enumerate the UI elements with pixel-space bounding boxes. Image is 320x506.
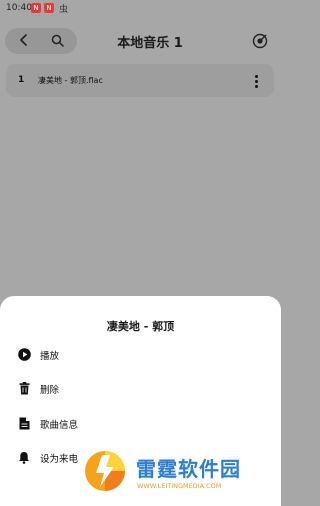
- target-icon: [252, 33, 268, 49]
- bug-icon: 虫: [59, 5, 69, 15]
- back-arrow-icon: [20, 34, 27, 46]
- menu-item-play[interactable]: 播放: [0, 340, 281, 368]
- sheet-title: 凄美地 - 郭顶: [106, 320, 175, 333]
- more-dot-icon: [254, 74, 258, 78]
- menu-item-song-info[interactable]: 歌曲信息: [0, 409, 281, 437]
- menu-item-delete[interactable]: 删除: [0, 374, 281, 402]
- notification-icon: N: [44, 3, 54, 13]
- back-button[interactable]: [13, 29, 35, 51]
- menu-label: 删除: [40, 385, 60, 396]
- track-name: 凄美地 - 郭顶.flac: [38, 76, 103, 85]
- bell-icon: [17, 450, 31, 464]
- track-index: 1: [18, 75, 25, 85]
- notification-icon: N: [31, 3, 41, 13]
- menu-label: 播放: [40, 351, 60, 362]
- page-title: 本地音乐 1: [117, 36, 183, 51]
- more-button[interactable]: [249, 72, 263, 90]
- more-dot-icon: [254, 79, 258, 83]
- watermark: 雷霆软件园 WWW.LEITINGMEDIA.COM: [82, 445, 282, 500]
- watermark-url: WWW.LEITINGMEDIA.COM: [137, 482, 222, 490]
- search-icon: [51, 34, 64, 47]
- status-time: 10:40: [6, 3, 32, 13]
- toolbar: 本地音乐 1: [0, 24, 281, 60]
- track-row[interactable]: 1 凄美地 - 郭顶.flac: [6, 64, 274, 97]
- menu-label: 设为来电: [40, 454, 79, 465]
- menu-label: 歌曲信息: [40, 420, 79, 431]
- status-bar: 10:40 N N 虫: [0, 0, 281, 16]
- play-icon: [17, 347, 31, 361]
- locate-button[interactable]: [250, 31, 270, 51]
- watermark-title: 雷霆软件园: [136, 457, 241, 481]
- more-dot-icon: [254, 84, 258, 88]
- watermark-logo-icon: [85, 451, 125, 491]
- search-button[interactable]: [46, 29, 68, 51]
- trash-icon: [17, 381, 31, 395]
- document-icon: [17, 416, 31, 430]
